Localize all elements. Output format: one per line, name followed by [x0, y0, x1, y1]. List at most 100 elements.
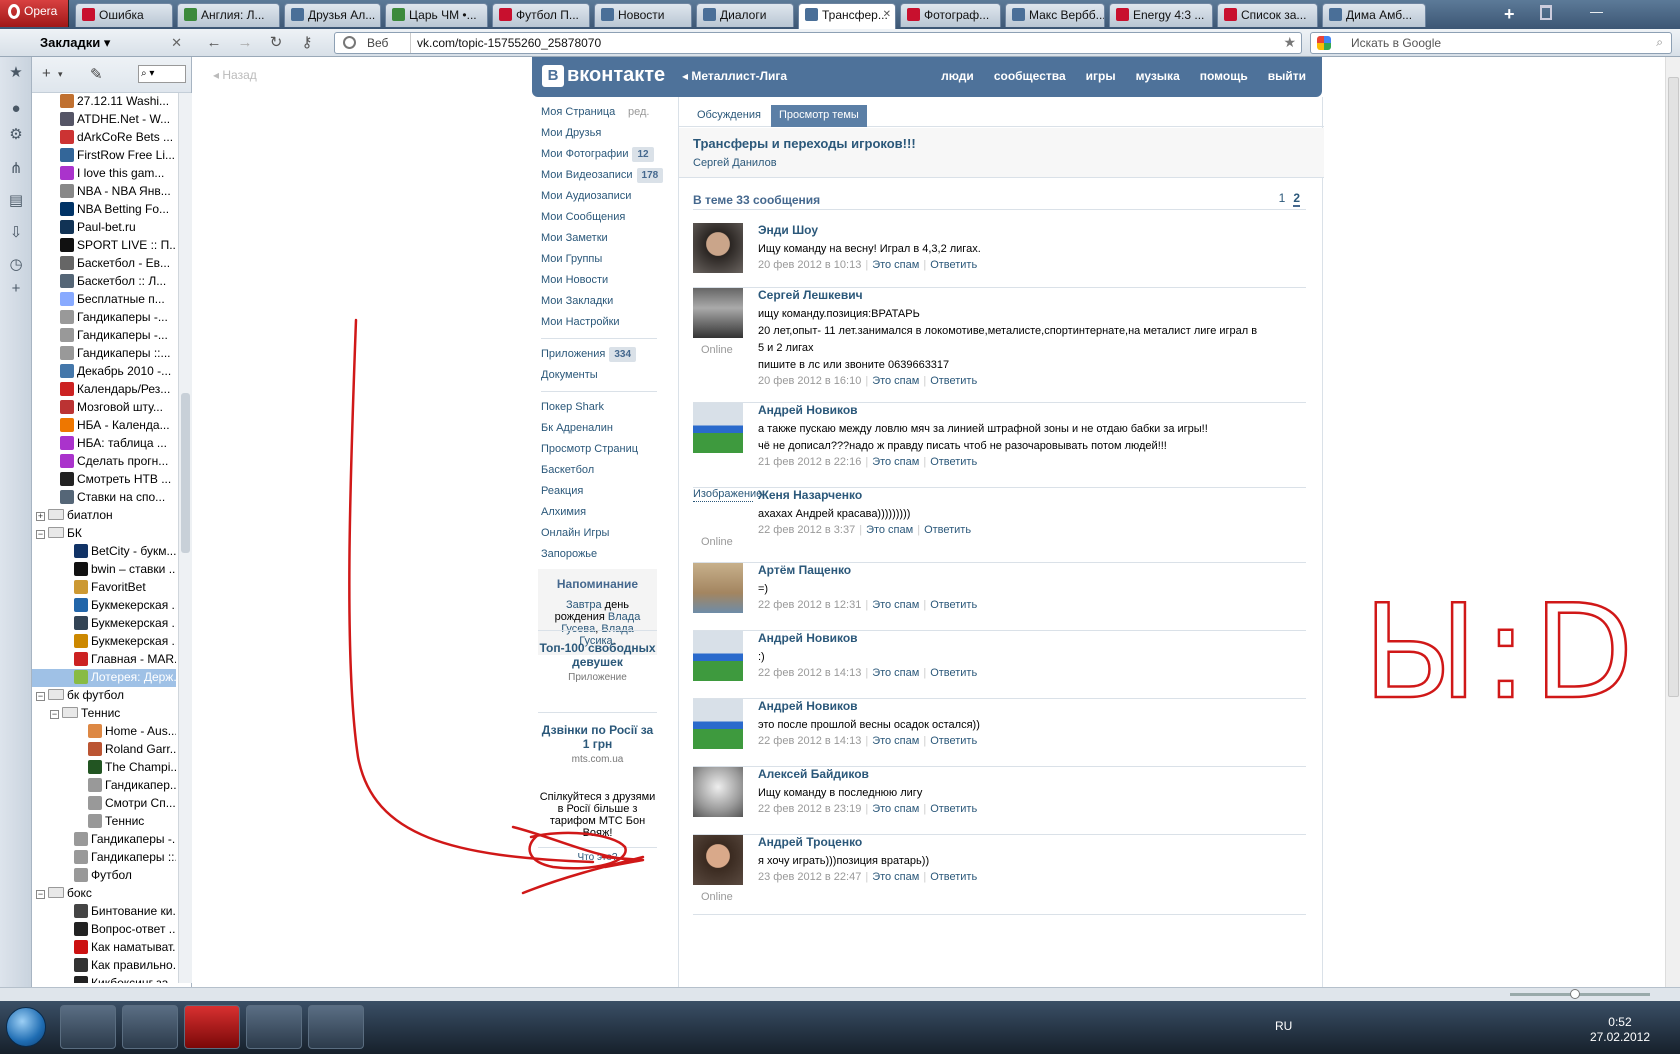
browser-tab[interactable]: Трансфер... ✕ [798, 3, 896, 29]
wrench-icon[interactable]: ✎ [90, 65, 103, 83]
expand-toggle-icon[interactable]: − [36, 890, 45, 899]
browser-tab[interactable]: Футбол П... [492, 3, 590, 27]
zoom-slider-handle[interactable] [1570, 989, 1580, 999]
bookmark-item[interactable]: Мозговой шту... [32, 399, 176, 417]
downloads-icon[interactable]: ⇩ [8, 225, 24, 241]
word-icon[interactable] [308, 1005, 364, 1049]
browser-tab[interactable]: Царь ЧМ •... [385, 3, 488, 27]
bookmark-item[interactable]: Ставки на спо... [32, 489, 176, 507]
bookmark-item[interactable]: Вопрос-ответ ... [32, 921, 176, 939]
bookmark-item[interactable]: ATDHE.Net - W... [32, 111, 176, 129]
zoom-slider[interactable] [1510, 993, 1650, 996]
bookmark-item[interactable]: НБА: таблица ... [32, 435, 176, 453]
bookmark-item[interactable]: Смотреть НТВ ... [32, 471, 176, 489]
key-icon[interactable]: ⚷ [298, 34, 316, 52]
bookmark-item[interactable]: Гандикаперы -... [32, 309, 176, 327]
bookmark-item[interactable]: Футбол [32, 867, 176, 885]
bookmark-item[interactable]: Home - Aus... [32, 723, 176, 741]
bookmark-item[interactable]: Лотерея: Держ... [32, 669, 176, 687]
browser-tab[interactable]: Диалоги [696, 3, 794, 27]
bookmark-item[interactable]: NBA - NBA Янв... [32, 183, 176, 201]
bookmark-item[interactable]: Букмекерская ... [32, 597, 176, 615]
bookmark-item[interactable]: Сделать прогн... [32, 453, 176, 471]
bookmark-item[interactable]: Гандикаперы ::... [32, 345, 176, 363]
bookmark-item[interactable]: FavoritBet [32, 579, 176, 597]
expand-toggle-icon[interactable]: − [50, 710, 59, 719]
bookmark-item[interactable]: I love this gam... [32, 165, 176, 183]
bookmark-item[interactable]: NBA Betting Fo... [32, 201, 176, 219]
browser-tab[interactable]: Фотограф... [900, 3, 1001, 27]
bookmark-item[interactable]: Как наматыват... [32, 939, 176, 957]
store-icon[interactable] [122, 1005, 178, 1049]
browser-tab[interactable]: Дима Амб... [1322, 3, 1426, 27]
close-icon[interactable]: ✕ [883, 9, 891, 20]
bookmark-item[interactable]: Гандикаперы ::... [32, 849, 176, 867]
opera-taskbar-icon[interactable] [184, 1005, 240, 1049]
add-bookmark-icon[interactable]: + [42, 65, 51, 82]
expand-toggle-icon[interactable]: − [36, 530, 45, 539]
notes-icon[interactable]: ▤ [8, 193, 24, 209]
star-icon[interactable]: ★ [1283, 34, 1296, 51]
bookmark-item[interactable]: Баскетбол - Ев... [32, 255, 176, 273]
search-input[interactable]: Искать в Google ⌕ [1310, 32, 1672, 54]
trash-icon[interactable] [1540, 5, 1552, 20]
address-bar[interactable]: Веб vk.com/topic-15755260_25878070 ★ [334, 32, 1302, 54]
contacts-icon[interactable]: ● [8, 101, 24, 117]
bookmark-item[interactable]: SPORT LIVE :: П... [32, 237, 176, 255]
bookmark-item[interactable]: Календарь/Рез... [32, 381, 176, 399]
bookmark-item[interactable]: Roland Garr... [32, 741, 176, 759]
bookmark-item[interactable]: dArkCoRe Bets ... [32, 129, 176, 147]
bookmark-folder[interactable]: − БК [32, 525, 176, 543]
reload-icon[interactable]: ↻ [267, 34, 285, 52]
close-icon[interactable]: ✕ [171, 35, 182, 51]
address-text[interactable]: vk.com/topic-15755260_25878070 [417, 36, 601, 50]
search-icon[interactable]: ⌕ [1656, 35, 1663, 50]
bookmark-folder[interactable]: − Теннис [32, 705, 176, 723]
browser-tab[interactable]: Energy 4:3 ... [1109, 3, 1213, 27]
steam-icon[interactable] [60, 1005, 116, 1049]
bookmark-item[interactable]: Букмекерская ... [32, 615, 176, 633]
bookmarks-star-icon[interactable]: ★ [8, 65, 24, 81]
bookmark-item[interactable]: НБА - Календа... [32, 417, 176, 435]
bookmark-item[interactable]: Смотри Сп... [32, 795, 176, 813]
bookmark-item[interactable]: 27.12.11 Washi... [32, 93, 176, 111]
bookmark-folder[interactable]: − бк футбол [32, 687, 176, 705]
expand-toggle-icon[interactable]: − [36, 692, 45, 701]
bookmark-item[interactable]: bwin – ставки ... [32, 561, 176, 579]
bookmark-item[interactable]: Гандикапер... [32, 777, 176, 795]
browser-tab[interactable]: Англия: Л... [177, 3, 280, 27]
history-clock-icon[interactable]: ◷ [8, 257, 24, 273]
clock[interactable]: 0:52 27.02.2012 [1590, 1015, 1650, 1045]
page-scrollbar[interactable] [1665, 57, 1680, 987]
bookmark-item[interactable]: Главная - MAR... [32, 651, 176, 669]
bookmark-item[interactable]: Гандикаперы -... [32, 327, 176, 345]
bookmark-item[interactable]: Гандикаперы -... [32, 831, 176, 849]
share-icon[interactable]: ⋔ [8, 161, 24, 177]
browser-tab[interactable]: Макс Вербб... [1005, 3, 1105, 27]
bookmark-folder[interactable]: − бокс [32, 885, 176, 903]
opera-menu-button[interactable]: Opera [0, 0, 69, 27]
bookmark-item[interactable]: Баскетбол :: Л... [32, 273, 176, 291]
chevron-down-icon[interactable]: ▾ [58, 69, 63, 80]
bookmark-search-input[interactable]: ⌕ ▾ [138, 65, 186, 83]
bookmark-item[interactable]: Кикбоксинг за... [32, 975, 176, 983]
bookmark-item[interactable]: Бесплатные п... [32, 291, 176, 309]
gear-icon[interactable]: ⚙ [8, 127, 24, 143]
start-button[interactable] [6, 1007, 46, 1047]
browser-tab[interactable]: Ошибка [75, 3, 173, 27]
bookmark-item[interactable]: BetCity - букм... [32, 543, 176, 561]
window-minimize-button[interactable]: — [1590, 4, 1603, 19]
vlc-icon[interactable] [246, 1005, 302, 1049]
bookmark-item[interactable]: Paul-bet.ru [32, 219, 176, 237]
bookmark-folder[interactable]: + биатлон [32, 507, 176, 525]
browser-tab[interactable]: Новости [594, 3, 692, 27]
expand-toggle-icon[interactable]: + [36, 512, 45, 521]
bookmark-item[interactable]: The Champi... [32, 759, 176, 777]
bookmark-item[interactable]: Бинтование ки... [32, 903, 176, 921]
language-indicator[interactable]: RU [1275, 1019, 1292, 1033]
bookmark-item[interactable]: Теннис [32, 813, 176, 831]
browser-tab[interactable]: Список за... [1217, 3, 1318, 27]
bookmark-item[interactable]: Букмекерская ... [32, 633, 176, 651]
bookmark-item[interactable]: Декабрь 2010 -... [32, 363, 176, 381]
add-panel-icon[interactable]: + [8, 281, 24, 297]
